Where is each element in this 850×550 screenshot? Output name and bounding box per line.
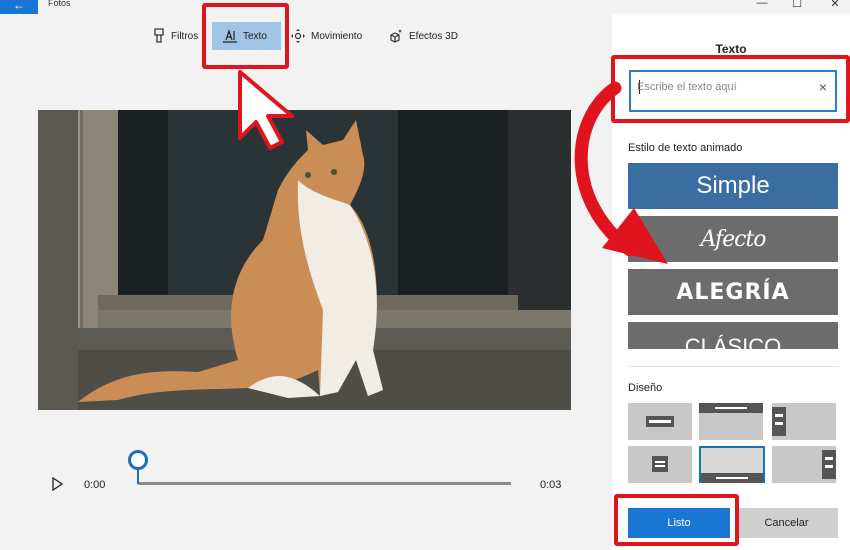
filter-icon bbox=[154, 28, 164, 43]
layout-option-bottom-bar[interactable] bbox=[699, 446, 765, 483]
app-title: Fotos bbox=[48, 0, 71, 8]
panel-divider bbox=[628, 366, 838, 367]
3d-effects-icon bbox=[390, 29, 402, 43]
pointer-cursor-icon bbox=[238, 70, 294, 150]
timeline-track[interactable] bbox=[138, 482, 511, 485]
cat-photo bbox=[38, 110, 571, 410]
close-button[interactable]: ✕ bbox=[825, 0, 845, 10]
title-bar: ← Fotos — ☐ ✕ bbox=[0, 0, 850, 14]
tool-efectos-3d[interactable]: Efectos 3D bbox=[388, 22, 458, 50]
layout-option-right-bar[interactable] bbox=[772, 446, 836, 483]
tool-filtros[interactable]: Filtros bbox=[152, 22, 198, 50]
video-preview[interactable] bbox=[38, 110, 571, 410]
layout-label: Diseño bbox=[628, 382, 663, 394]
style-clasico[interactable]: CLÁSICO bbox=[628, 322, 838, 349]
tool-label: Texto bbox=[243, 30, 267, 42]
clear-icon[interactable]: × bbox=[819, 79, 827, 95]
minimize-button[interactable]: — bbox=[752, 0, 772, 9]
back-arrow-icon: ← bbox=[13, 0, 25, 12]
layout-option-left-bar[interactable] bbox=[772, 403, 836, 440]
playhead-handle[interactable] bbox=[128, 450, 148, 470]
red-arrow-icon bbox=[574, 81, 668, 264]
back-button[interactable]: ← bbox=[0, 0, 38, 14]
current-time: 0:00 bbox=[84, 479, 106, 491]
motion-icon bbox=[291, 29, 305, 43]
maximize-button[interactable]: ☐ bbox=[787, 0, 807, 10]
tool-label: Filtros bbox=[171, 30, 199, 42]
tool-label: Efectos 3D bbox=[409, 30, 458, 42]
play-icon[interactable] bbox=[51, 477, 63, 491]
panel-title: Texto bbox=[715, 42, 747, 56]
layout-option-center-bar[interactable] bbox=[628, 403, 692, 440]
text-icon bbox=[223, 29, 237, 43]
layout-option-center-box[interactable] bbox=[628, 446, 692, 483]
tool-texto[interactable]: Texto bbox=[212, 22, 281, 50]
tool-label: Movimiento bbox=[311, 30, 363, 42]
layout-option-top-bar[interactable] bbox=[699, 403, 763, 440]
total-time: 0:03 bbox=[540, 479, 562, 491]
cancel-button[interactable]: Cancelar bbox=[735, 508, 838, 538]
tool-movimiento[interactable]: Movimiento bbox=[290, 22, 362, 50]
done-button[interactable]: Listo bbox=[628, 508, 730, 538]
